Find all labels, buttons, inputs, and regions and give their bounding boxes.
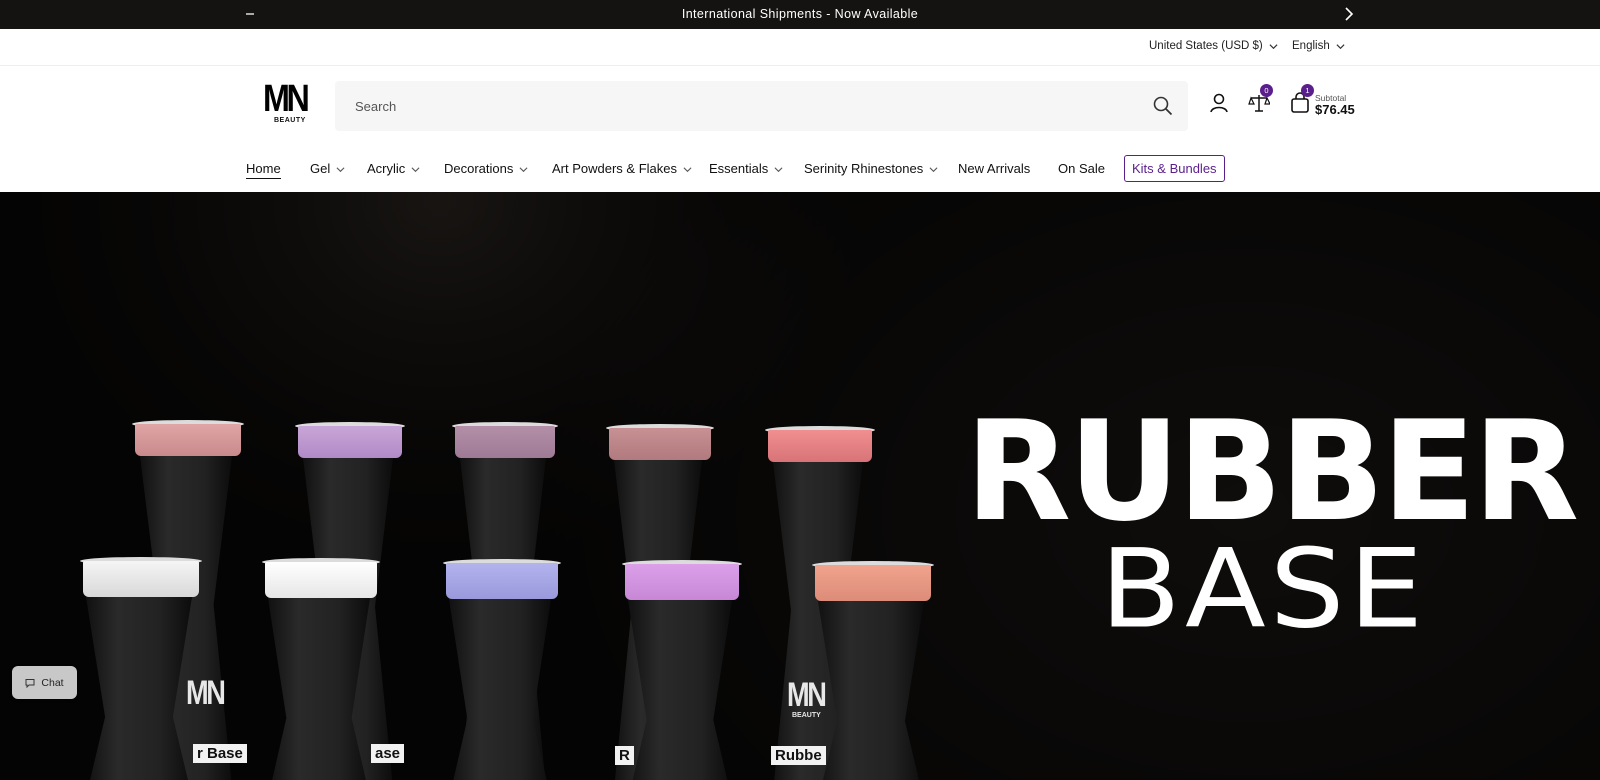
chevron-down-icon bbox=[683, 166, 692, 172]
bottle-label: r Base bbox=[193, 744, 247, 763]
chevron-down-icon bbox=[1336, 43, 1345, 49]
hero-subtitle: BASE bbox=[1100, 525, 1428, 653]
nav-item-kits-bundles[interactable]: Kits & Bundles bbox=[1124, 155, 1225, 182]
nav-label: Decorations bbox=[444, 161, 514, 176]
nav-label: Acrylic bbox=[367, 161, 406, 176]
chevron-down-icon bbox=[411, 166, 420, 172]
search-icon[interactable] bbox=[1153, 96, 1173, 116]
account-icon[interactable] bbox=[1208, 92, 1230, 114]
nav-item-art-powders-flakes[interactable]: Art Powders & Flakes bbox=[552, 161, 692, 176]
bottle-brand-sub: BEAUTY bbox=[792, 712, 821, 719]
nav-label: On Sale bbox=[1058, 161, 1105, 176]
bottle-label: Rubbe bbox=[771, 746, 826, 765]
compare-count-badge: 0 bbox=[1260, 84, 1273, 97]
next-announcement-icon[interactable] bbox=[1341, 6, 1357, 22]
nav-label: Art Powders & Flakes bbox=[552, 161, 677, 176]
brand-logo[interactable]: MN BEAUTY bbox=[263, 80, 311, 128]
subtotal-amount: $76.45 bbox=[1315, 102, 1355, 117]
chevron-down-icon bbox=[519, 166, 528, 172]
utility-bar: United States (USD $) English bbox=[0, 29, 1600, 66]
bottle-brand-mark: MN bbox=[186, 674, 226, 712]
nav-label: Serinity Rhinestones bbox=[804, 161, 924, 176]
chat-bubble-icon bbox=[25, 678, 35, 688]
chevron-down-icon bbox=[1269, 43, 1278, 49]
nav-item-on-sale[interactable]: On Sale bbox=[1058, 161, 1105, 176]
chevron-down-icon bbox=[774, 166, 783, 172]
main-navigation: Home Gel Acrylic Decorations Art Powders… bbox=[0, 146, 1600, 192]
language-label: English bbox=[1292, 40, 1330, 52]
bottle-label: R bbox=[615, 746, 634, 765]
announcement-bar: International Shipments - Now Available bbox=[0, 0, 1600, 29]
hero-banner[interactable]: MN MN BEAUTY r Base ase R Rubbe RUBBER B… bbox=[0, 192, 1600, 780]
language-selector[interactable]: English bbox=[1292, 40, 1345, 52]
nav-item-gel[interactable]: Gel bbox=[310, 161, 345, 176]
cart-subtotal[interactable]: Subtotal $76.45 bbox=[1315, 94, 1355, 117]
nav-label: New Arrivals bbox=[958, 161, 1031, 176]
nav-label: Home bbox=[246, 161, 281, 179]
nav-label: Gel bbox=[310, 161, 331, 176]
nav-item-decorations[interactable]: Decorations bbox=[444, 161, 528, 176]
cart-count-badge: 1 bbox=[1301, 84, 1314, 97]
bottle-brand-mark: MN bbox=[787, 676, 827, 714]
nav-item-home[interactable]: Home bbox=[246, 161, 281, 179]
chat-label: Chat bbox=[41, 676, 64, 689]
cart-icon[interactable]: 1 bbox=[1289, 84, 1314, 114]
announcement-message: International Shipments - Now Available bbox=[681, 7, 919, 21]
country-label: United States (USD $) bbox=[1149, 40, 1263, 52]
bottle-label: ase bbox=[371, 744, 405, 763]
nav-item-serinity-rhinestones[interactable]: Serinity Rhinestones bbox=[804, 161, 938, 176]
chevron-down-icon bbox=[336, 166, 345, 172]
logo-sub: BEAUTY bbox=[274, 117, 306, 124]
nav-label: Kits & Bundles bbox=[1132, 161, 1217, 176]
chat-button[interactable]: Chat bbox=[12, 666, 77, 699]
compare-icon[interactable]: 0 bbox=[1248, 84, 1273, 114]
nav-label: Essentials bbox=[709, 161, 769, 176]
nav-item-acrylic[interactable]: Acrylic bbox=[367, 161, 420, 176]
hero-title: RUBBER bbox=[965, 391, 1579, 552]
nav-item-essentials[interactable]: Essentials bbox=[709, 161, 783, 176]
chevron-down-icon bbox=[929, 166, 938, 172]
country-selector[interactable]: United States (USD $) bbox=[1149, 40, 1278, 52]
site-header: MN BEAUTY 0 1 Subtotal $76.45 bbox=[0, 66, 1600, 146]
search-input[interactable] bbox=[335, 81, 1125, 131]
nav-item-new-arrivals[interactable]: New Arrivals bbox=[958, 161, 1030, 176]
logo-mark: MN bbox=[263, 78, 310, 120]
search-bar bbox=[335, 81, 1188, 131]
